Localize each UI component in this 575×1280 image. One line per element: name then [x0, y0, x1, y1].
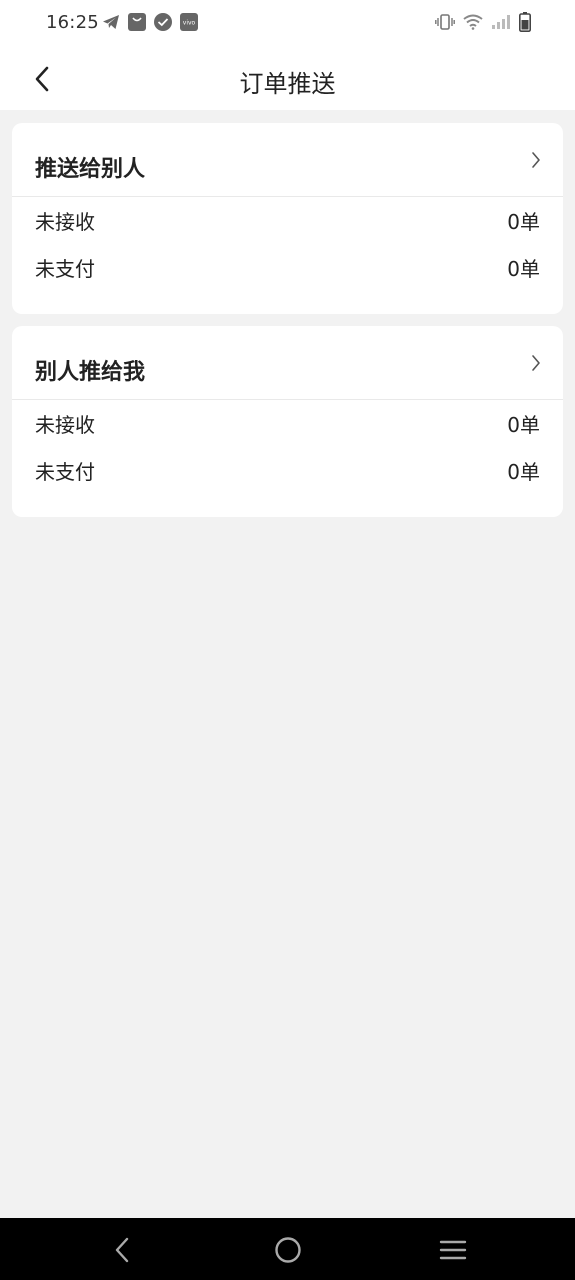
telegram-icon — [102, 14, 120, 30]
battery-icon — [519, 12, 531, 32]
list-item-unpaid: 未支付 0单 — [12, 244, 563, 291]
check-circle-icon — [154, 13, 172, 31]
nav-menu-button[interactable] — [435, 1234, 471, 1266]
chevron-right-icon — [531, 151, 541, 169]
row-label: 未支付 — [35, 257, 95, 281]
status-bar: 16:25 vivo — [0, 0, 575, 48]
row-value: 0单 — [507, 210, 540, 234]
wifi-icon — [463, 14, 483, 30]
row-label: 未支付 — [35, 460, 95, 484]
pushed-to-me-header[interactable]: 别人推给我 — [12, 326, 563, 400]
chevron-right-icon — [531, 354, 541, 372]
row-label: 未接收 — [35, 413, 95, 437]
status-left-icons: vivo — [102, 13, 198, 31]
page-title: 订单推送 — [239, 70, 336, 98]
nav-home-button[interactable] — [270, 1234, 306, 1266]
row-value: 0单 — [507, 460, 540, 484]
vivo-label: vivo — [183, 20, 196, 27]
bag-icon — [128, 13, 146, 31]
section-title: 别人推给我 — [35, 359, 146, 385]
menu-icon — [439, 1239, 467, 1261]
push-to-others-card: 推送给别人 未接收 0单 未支付 0单 — [12, 123, 563, 314]
pushed-to-me-card: 别人推给我 未接收 0单 未支付 0单 — [12, 326, 563, 517]
nav-back-button[interactable] — [104, 1234, 140, 1266]
push-to-others-header[interactable]: 推送给别人 — [12, 123, 563, 197]
row-label: 未接收 — [35, 210, 95, 234]
list-item-unreceived: 未接收 0单 — [12, 400, 563, 447]
vivo-icon: vivo — [180, 13, 198, 31]
status-right-icons — [435, 12, 531, 32]
list-item-unpaid: 未支付 0单 — [12, 447, 563, 494]
back-icon — [114, 1237, 130, 1263]
home-icon — [274, 1236, 302, 1264]
vibrate-icon — [435, 14, 455, 30]
system-nav-bar — [0, 1218, 575, 1280]
row-value: 0单 — [507, 413, 540, 437]
status-time: 16:25 — [46, 12, 99, 33]
signal-icon — [491, 14, 511, 30]
header: 订单推送 — [0, 48, 575, 110]
list-item-unreceived: 未接收 0单 — [12, 197, 563, 244]
row-value: 0单 — [507, 257, 540, 281]
section-title: 推送给别人 — [35, 156, 146, 182]
